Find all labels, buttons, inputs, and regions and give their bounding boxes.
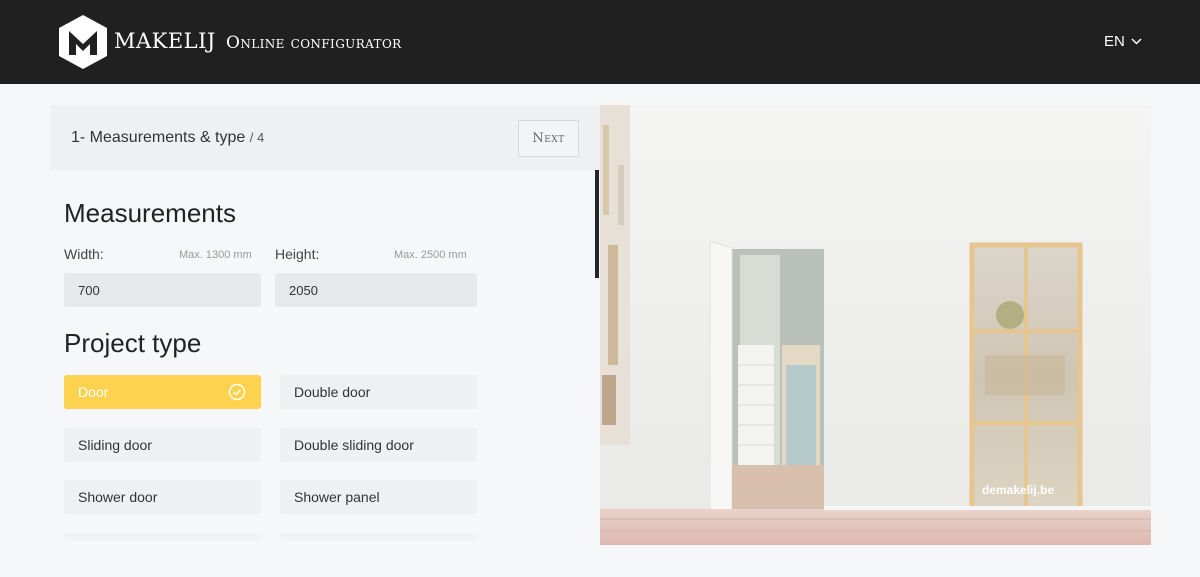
step-bar: 1- Measurements & type / 4 Next [50, 105, 600, 170]
option-sliding-door[interactable]: Sliding door [64, 428, 261, 462]
top-header: MAKELIJ Online configurator EN [0, 0, 1200, 84]
language-label: EN [1104, 33, 1125, 50]
height-input[interactable]: 2050 [275, 273, 477, 307]
option-more[interactable] [280, 533, 477, 541]
watermark-text: demakelij.be [982, 483, 1055, 497]
step-label: 1- Measurements & type [71, 129, 246, 146]
height-max-hint: Max. 2500 mm [394, 249, 467, 261]
scroll-indicator[interactable] [595, 170, 599, 278]
room-illustration [600, 105, 1151, 545]
option-label: Door [78, 384, 109, 400]
width-input[interactable]: 700 [64, 273, 261, 307]
project-type-heading: Project type [64, 328, 202, 358]
check-circle-icon [228, 383, 246, 401]
option-double-sliding-door[interactable]: Double sliding door [280, 428, 477, 462]
step-indicator: 1- Measurements & type / 4 [71, 129, 264, 147]
chevron-down-icon [1131, 38, 1142, 45]
language-selector[interactable]: EN [1104, 33, 1142, 50]
next-button[interactable]: Next [518, 120, 579, 157]
option-label: Double sliding door [294, 437, 414, 453]
option-shower-panel[interactable]: Shower panel [280, 480, 477, 514]
option-double-door[interactable]: Double door [280, 375, 477, 409]
width-label: Width: [64, 246, 104, 262]
option-more[interactable] [64, 533, 261, 541]
option-label: Sliding door [78, 437, 152, 453]
option-door[interactable]: Door [64, 375, 261, 409]
page-title: Online configurator [226, 33, 402, 53]
option-shower-door[interactable]: Shower door [64, 480, 261, 514]
makelij-logo-icon[interactable] [57, 14, 109, 70]
option-label: Shower door [78, 489, 158, 505]
door-preview-image: demakelij.be [600, 105, 1151, 545]
step-total: / 4 [249, 130, 265, 145]
option-label: Shower panel [294, 489, 380, 505]
brand-name[interactable]: MAKELIJ [114, 29, 216, 53]
option-label: Double door [294, 384, 371, 400]
width-max-hint: Max. 1300 mm [179, 249, 252, 261]
height-label: Height: [275, 246, 320, 262]
measurements-heading: Measurements [64, 198, 236, 228]
